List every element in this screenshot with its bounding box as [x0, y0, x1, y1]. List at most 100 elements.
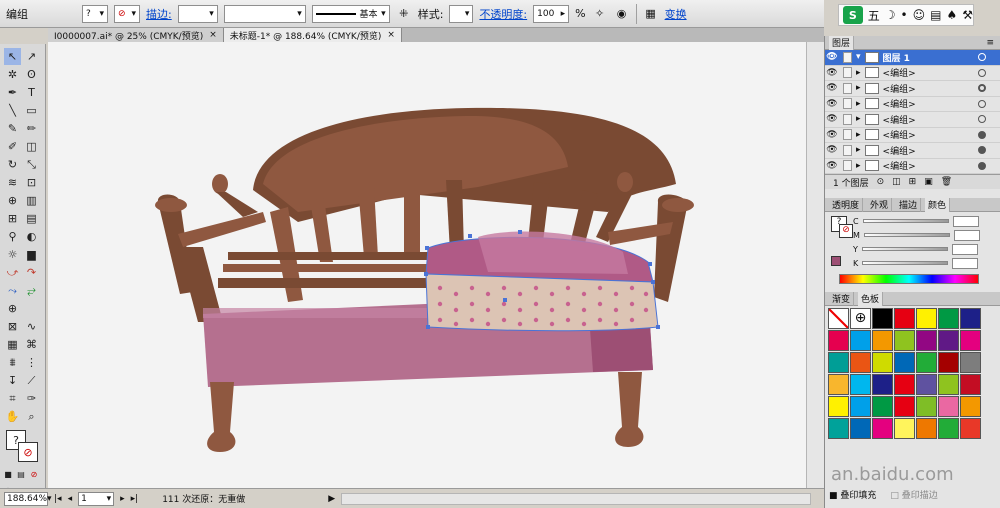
eye-icon[interactable]: 👁: [825, 114, 839, 124]
color-swatch[interactable]: [872, 418, 893, 439]
measure-tool-icon[interactable]: ✑: [23, 390, 40, 407]
style-swap-icon[interactable]: ⁜: [396, 6, 412, 22]
tab-appearance[interactable]: 外观: [867, 197, 893, 212]
recolor-artwork-icon[interactable]: ✧: [592, 6, 608, 22]
color-swatch[interactable]: [916, 330, 937, 351]
lasso-tool-icon[interactable]: ʘ: [23, 66, 40, 83]
expand-icon[interactable]: ▸: [856, 130, 861, 140]
variable-width-dropdown[interactable]: ▾: [223, 4, 306, 23]
lock-toggle[interactable]: [843, 67, 852, 79]
knife-tool-icon[interactable]: ⟋: [23, 372, 40, 389]
type-tool-icon[interactable]: T: [23, 84, 40, 101]
transform-link[interactable]: 变换: [665, 6, 687, 22]
crop-tool-icon[interactable]: ⌗: [4, 390, 21, 407]
document-setup-icon[interactable]: ◉: [614, 6, 630, 22]
color-swatch[interactable]: [960, 352, 981, 373]
stroke-selector[interactable]: ⊘ ▾: [114, 4, 140, 23]
color-swatch[interactable]: [960, 374, 981, 395]
eraser-tool-icon[interactable]: ◫: [23, 138, 40, 155]
target-icon[interactable]: [978, 115, 986, 124]
channel-value[interactable]: [953, 229, 980, 241]
color-swatch[interactable]: [828, 418, 849, 439]
hand-tool-icon[interactable]: ✋: [4, 408, 21, 425]
direct-selection-tool-icon[interactable]: ↗: [23, 48, 40, 65]
layer-name[interactable]: <编组>: [883, 159, 916, 172]
paintbrush-tool-icon[interactable]: ✎: [4, 120, 21, 137]
zoom-tool-icon[interactable]: ⌕: [23, 408, 40, 425]
crosshair-tool-icon[interactable]: ⊕: [4, 300, 21, 317]
brush-style-dropdown[interactable]: 基本 ▾: [311, 4, 390, 23]
line-tool-icon[interactable]: ╲: [4, 102, 21, 119]
graphic-style-dropdown[interactable]: ▾: [449, 4, 474, 23]
color-swatch[interactable]: [938, 308, 959, 329]
yellow-slider[interactable]: Y: [825, 242, 1000, 256]
expand-icon[interactable]: ▸: [856, 99, 861, 109]
channel-value[interactable]: [951, 243, 978, 255]
layer-row[interactable]: 👁 ▸ <编组>: [825, 128, 1000, 143]
warp-tool-icon[interactable]: ≋: [4, 174, 21, 191]
layer-name[interactable]: <编组>: [883, 144, 916, 157]
expand-icon[interactable]: ▸: [856, 145, 861, 155]
gradient-mode-icon[interactable]: ▤: [15, 468, 27, 480]
next-artboard-icon[interactable]: ▸: [120, 494, 125, 504]
target-icon[interactable]: [978, 68, 986, 77]
color-swatch[interactable]: [850, 352, 871, 373]
clipping-mask-icon[interactable]: ◫: [892, 177, 901, 187]
color-swatch[interactable]: [938, 374, 959, 395]
stroke-link[interactable]: 描边:: [146, 6, 172, 22]
color-swatch[interactable]: [960, 396, 981, 417]
color-swatch[interactable]: [850, 330, 871, 351]
layer-name[interactable]: 图层 1: [883, 51, 910, 64]
overprint-stroke-checkbox[interactable]: □ 叠印描边: [890, 488, 937, 501]
color-swatch[interactable]: [850, 418, 871, 439]
first-artboard-icon[interactable]: |◂: [54, 494, 62, 504]
eye-icon[interactable]: 👁: [825, 145, 839, 155]
selection-tool-icon[interactable]: ↖: [4, 48, 21, 65]
lock-toggle[interactable]: [843, 144, 852, 156]
column-graph-tool-icon[interactable]: ▆: [23, 246, 40, 263]
lock-toggle[interactable]: [843, 98, 852, 110]
opacity-link[interactable]: 不透明度:: [479, 6, 527, 22]
color-swatch[interactable]: [894, 396, 915, 417]
color-swatch[interactable]: [872, 352, 893, 373]
perspective-grid-tool-icon[interactable]: ▥: [23, 192, 40, 209]
lock-toggle[interactable]: [843, 113, 852, 125]
width-tool-icon[interactable]: ⤳: [4, 282, 21, 299]
color-swatch[interactable]: [894, 352, 915, 373]
tab-document-2[interactable]: 未标题-1* @ 188.64% (CMYK/预览) ×: [223, 28, 402, 42]
color-swatch[interactable]: [850, 396, 871, 417]
delete-layer-icon[interactable]: 🗑: [941, 177, 952, 187]
channel-value[interactable]: [952, 257, 979, 269]
tab-swatches[interactable]: 色板: [858, 291, 884, 306]
status-menu-icon[interactable]: ▶: [328, 494, 335, 504]
registration-swatch[interactable]: ⊕: [850, 308, 871, 329]
eye-icon[interactable]: 👁: [825, 130, 839, 140]
symbol-sprayer-tool-icon[interactable]: ☼: [4, 246, 21, 263]
color-swatch[interactable]: [938, 396, 959, 417]
punctuation-icon[interactable]: •: [901, 8, 908, 22]
moon-icon[interactable]: ☽: [885, 8, 896, 22]
close-icon[interactable]: ×: [387, 30, 395, 40]
eye-icon[interactable]: 👁: [825, 99, 839, 109]
layer-row[interactable]: 👁 ▸ <编组>: [825, 66, 1000, 81]
artboard-number-dropdown[interactable]: 1 ▾: [78, 491, 115, 506]
lock-toggle[interactable]: [843, 51, 852, 63]
join-tool-icon[interactable]: ⥂: [23, 282, 40, 299]
tab-layers[interactable]: 图层: [829, 35, 855, 50]
mesh-tool-icon[interactable]: ⊞: [4, 210, 21, 227]
color-swatch[interactable]: [894, 374, 915, 395]
lock-toggle[interactable]: [843, 129, 852, 141]
color-swatch[interactable]: [828, 352, 849, 373]
tab-stroke[interactable]: 描边: [896, 197, 922, 212]
target-icon[interactable]: [978, 161, 986, 170]
eye-icon[interactable]: 👁: [825, 68, 839, 78]
color-swatch[interactable]: [916, 418, 937, 439]
color-swatch[interactable]: [828, 374, 849, 395]
shape-builder-tool-icon[interactable]: ⊕: [4, 192, 21, 209]
gradient-tool-icon[interactable]: ▤: [23, 210, 40, 227]
fill-selector[interactable]: ? ▾: [82, 4, 108, 23]
artboard-tool-icon[interactable]: ⊠: [4, 318, 21, 335]
color-swatch[interactable]: [938, 352, 959, 373]
layer-name[interactable]: <编组>: [883, 113, 916, 126]
layer-name[interactable]: <编组>: [883, 128, 916, 141]
